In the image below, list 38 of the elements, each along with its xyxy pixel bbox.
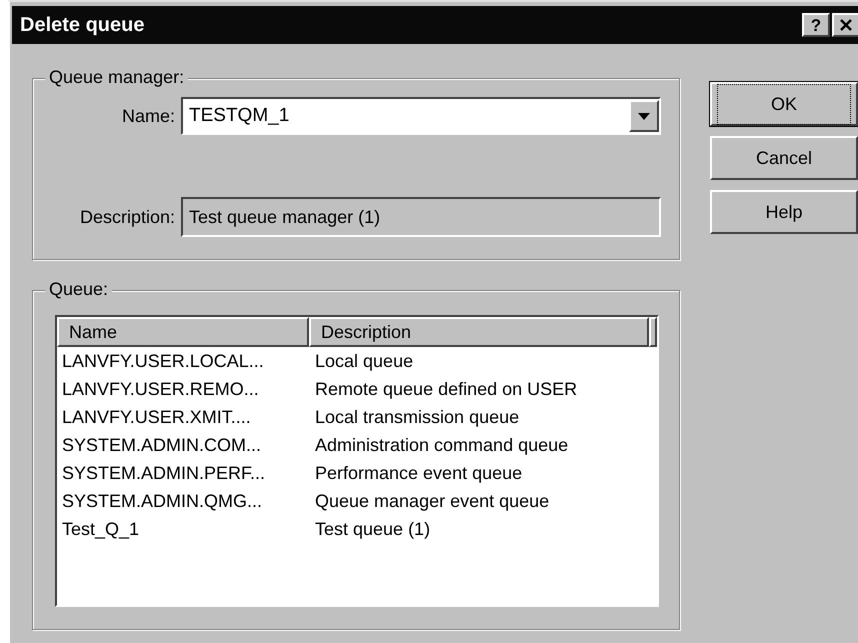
field-label: Name: [120, 104, 176, 128]
caret-icon [638, 112, 650, 120]
dialog-button[interactable]: Help [710, 190, 858, 234]
help-button[interactable]: ? [802, 13, 830, 37]
list-cell-text: Administration command queue [314, 434, 568, 457]
list-cell-text: Queue manager event queue [314, 490, 550, 513]
dropdown-arrow-button[interactable] [629, 100, 659, 132]
list-cell-text: Local transmission queue [314, 406, 520, 429]
list-cell-text: SYSTEM.ADMIN.COM... [61, 434, 262, 456]
field-label: Description: [78, 206, 176, 229]
column-header[interactable]: Name [57, 317, 309, 347]
group-label: Queue manager: [45, 67, 188, 87]
list-row[interactable]: SYSTEM.ADMIN.PERF... Performance event queue [57, 459, 657, 487]
list-cell-text: Test queue (1) [314, 518, 430, 541]
dialog-button[interactable]: OK [710, 82, 858, 126]
list-row[interactable]: Test_Q_1 Test queue (1) [57, 515, 657, 543]
list-cell-text: Performance event queue [314, 462, 522, 485]
list-row[interactable]: SYSTEM.ADMIN.QMG... Queue manager event queue [57, 487, 657, 515]
list-cell-text: SYSTEM.ADMIN.PERF... [61, 462, 266, 484]
column-header[interactable]: Description [309, 317, 649, 347]
list-cell-text: Local queue [314, 350, 414, 373]
close-button[interactable] [832, 13, 858, 37]
queue-manager-dropdown[interactable]: TESTQM_1 [181, 97, 661, 135]
list-cell-text: LANVFY.USER.XMIT.... [61, 406, 252, 428]
list-cell-text: Test_Q_1 [61, 518, 140, 540]
dialog-button[interactable]: Cancel [710, 136, 858, 180]
list-cell-text: LANVFY.USER.LOCAL... [61, 350, 265, 372]
list-row[interactable]: LANVFY.USER.XMIT.... Local transmission queue [57, 403, 657, 431]
list-row[interactable]: LANVFY.USER.LOCAL... Local queue [57, 347, 657, 375]
description-field[interactable]: Test queue manager (1) [181, 197, 661, 237]
list-cell-text: SYSTEM.ADMIN.QMG... [61, 490, 264, 512]
window-title: Delete queue [20, 13, 146, 38]
group-label: Queue: [45, 279, 112, 299]
list-cell-text: Remote queue defined on USER [314, 378, 578, 401]
close-icon [839, 19, 853, 31]
list-row[interactable]: LANVFY.USER.REMO... Remote queue defined on USER [57, 375, 657, 403]
list-cell-text: LANVFY.USER.REMO... [61, 378, 260, 400]
list-row[interactable]: SYSTEM.ADMIN.COM... Administration command queue [57, 431, 657, 459]
